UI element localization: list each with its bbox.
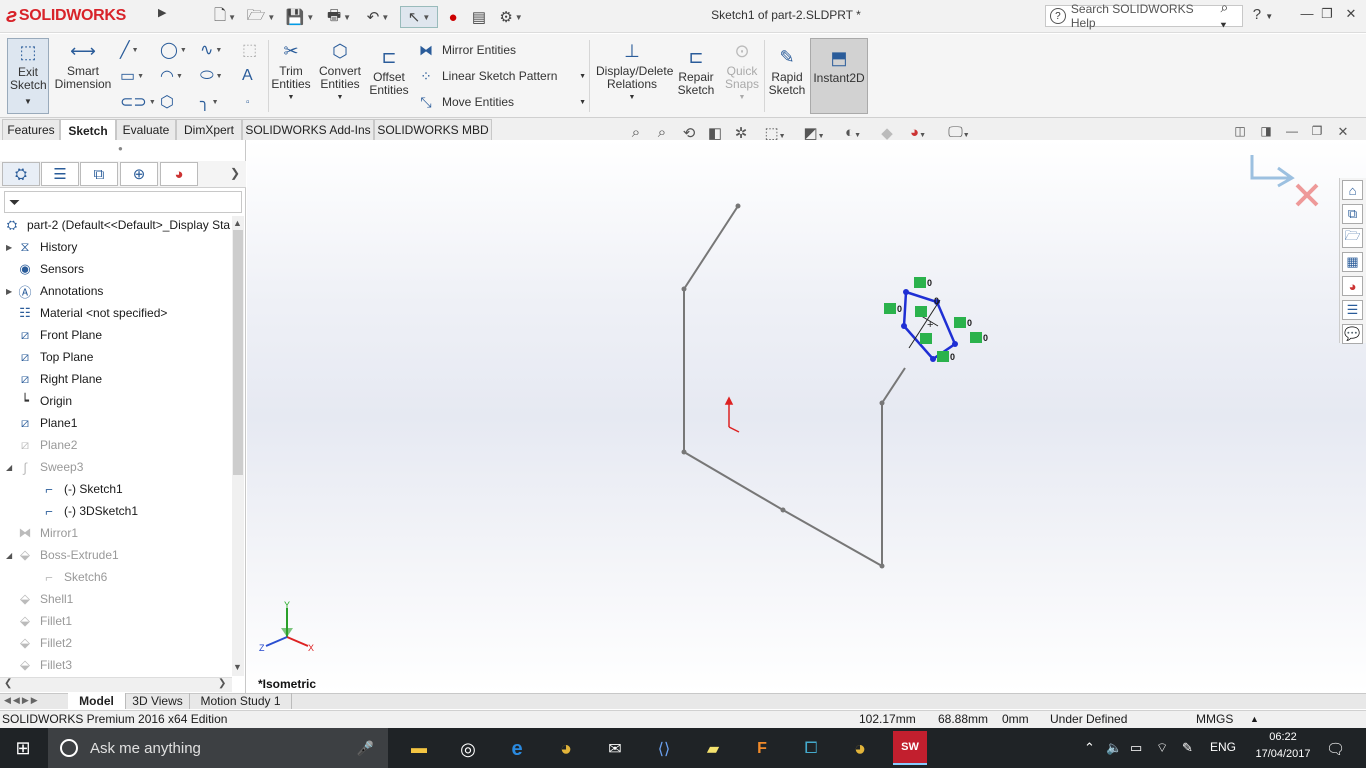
home-icon[interactable]: ⌂ (1342, 180, 1363, 200)
path-vertex-points[interactable] (681, 203, 885, 569)
view-palette-icon[interactable]: ▦ (1342, 252, 1363, 272)
unit-system-button[interactable]: MMGS (1196, 712, 1233, 726)
tray-expand-icon[interactable]: ⌃ (1084, 740, 1095, 756)
chrome-taskbar-icon[interactable]: ◕ (553, 736, 579, 762)
previous-view-button[interactable]: ⟲ (677, 124, 701, 142)
pen-icon[interactable]: ✎ (1182, 740, 1193, 756)
svg-text:+: + (927, 319, 933, 331)
viewport-restore-icon[interactable]: ❐ (1305, 124, 1329, 138)
view-orientation-label: *Isometric (258, 677, 317, 691)
previous-view-icon: ⟲ (682, 125, 696, 142)
viewport-collapse-icon[interactable]: ◫ (1228, 124, 1252, 138)
z-coordinate: 0mm (1002, 712, 1029, 726)
monitor-icon: 🖵 (948, 124, 963, 141)
code-taskbar-icon[interactable]: ⟨⟩ (651, 736, 677, 762)
clock-time[interactable]: 06:22 (1252, 731, 1314, 743)
relation-label: 0 (927, 278, 933, 288)
file-explorer-icon[interactable]: 🗁 (1342, 228, 1363, 248)
section-view-button[interactable]: ◧ (703, 124, 727, 142)
tab-3d-views[interactable]: 3D Views (126, 693, 190, 709)
scene-icon: ◕ (910, 124, 920, 141)
sweep-path-sketch[interactable] (683, 205, 906, 568)
x-coordinate: 102.17mm (859, 712, 916, 726)
sticky-notes-taskbar-icon[interactable]: ▰ (700, 736, 726, 762)
appearance-icon: ◆ (881, 125, 893, 142)
triad-z-label: Z (259, 643, 265, 653)
units-menu-icon[interactable]: ▲ (1250, 714, 1259, 724)
wifi-icon[interactable]: ⌔ (1156, 740, 1168, 756)
triad-x-label: X (308, 643, 315, 653)
relation-label: 0 (950, 352, 956, 362)
battery-icon[interactable]: ▭ (1130, 740, 1142, 756)
relation-label: 0 (967, 318, 973, 328)
tab-motion-study[interactable]: Motion Study 1 (190, 693, 292, 709)
relation-label: 0 (983, 333, 989, 343)
apply-scene-button[interactable]: ◕▼ (901, 124, 935, 141)
zoom-area-icon: ⌕ (657, 124, 667, 141)
sketch-graphics: + (265, 155, 1319, 647)
viewport-expand-icon[interactable]: ◨ (1254, 124, 1278, 138)
app-f-taskbar-icon[interactable]: F (749, 736, 775, 762)
language-indicator[interactable]: ENG (1210, 740, 1236, 754)
edit-appearance-button[interactable]: ◆ (875, 124, 899, 142)
tab-model[interactable]: Model (68, 693, 126, 709)
solidworks-taskbar-icon[interactable]: SW (893, 731, 927, 765)
chrome-taskbar-icon-2[interactable]: ◕ (847, 736, 873, 762)
app-bracket-taskbar-icon[interactable]: ⧠ (798, 736, 824, 762)
clock-date[interactable]: 17/04/2017 (1248, 748, 1318, 760)
tab-scroll-arrows-icon[interactable]: ◀◀▶▶ (4, 695, 40, 706)
mail-taskbar-icon[interactable]: ✉ (602, 736, 628, 762)
origin-marker (724, 396, 740, 433)
appearances-icon[interactable]: ◕ (1342, 276, 1363, 296)
relation-label: 0 (897, 304, 903, 314)
display-style-button[interactable]: ◩▼ (797, 124, 831, 142)
eye-icon: ◐ (845, 124, 855, 141)
windows-start-icon[interactable]: ⊞ (10, 735, 36, 761)
view-orientation-button[interactable]: ⬚▼ (758, 124, 792, 142)
forum-icon[interactable]: 💬 (1342, 324, 1363, 344)
cortana-circle-icon (60, 739, 78, 757)
annotation-view-icon: ✲ (734, 125, 748, 142)
view-triad (265, 608, 309, 647)
cube-icon: ⬚ (764, 125, 779, 142)
viewport-minimize-icon[interactable]: — (1280, 124, 1304, 138)
section-view-icon: ◧ (707, 125, 723, 142)
confirm-corner[interactable] (1250, 155, 1319, 207)
file-explorer-taskbar-icon[interactable]: ▬ (406, 736, 432, 762)
dynamic-annotation-button[interactable]: ✲ (729, 124, 753, 142)
volume-icon[interactable]: 🔈 (1106, 740, 1122, 756)
zoom-fit-icon: ⌕ (631, 124, 641, 141)
action-center-icon[interactable]: 🗨 (1326, 740, 1345, 758)
edge-taskbar-icon[interactable]: e (504, 736, 530, 762)
edition-label: SOLIDWORKS Premium 2016 x64 Edition (2, 712, 228, 726)
viewport-close-icon[interactable]: ✕ (1331, 124, 1355, 140)
cortana-search-box[interactable]: Ask me anything 🎤 (48, 728, 388, 768)
view-settings-button[interactable]: 🖵▼ (942, 124, 976, 141)
shaded-cube-icon: ◩ (803, 125, 818, 142)
design-library-icon[interactable]: ⧉ (1342, 204, 1363, 224)
y-coordinate: 68.88mm (938, 712, 989, 726)
hide-show-button[interactable]: ◐▼ (836, 124, 870, 141)
triad-y-label: Y (284, 600, 291, 610)
media-taskbar-icon[interactable]: ◎ (455, 736, 481, 762)
relation-label: 0 (934, 296, 940, 306)
zoom-to-area-button[interactable]: ⌕ (650, 124, 674, 141)
sketch-status: Under Defined (1050, 712, 1128, 726)
custom-properties-icon[interactable]: ☰ (1342, 300, 1363, 320)
microphone-icon[interactable]: 🎤 (357, 740, 388, 757)
zoom-to-fit-button[interactable]: ⌕ (624, 124, 648, 141)
